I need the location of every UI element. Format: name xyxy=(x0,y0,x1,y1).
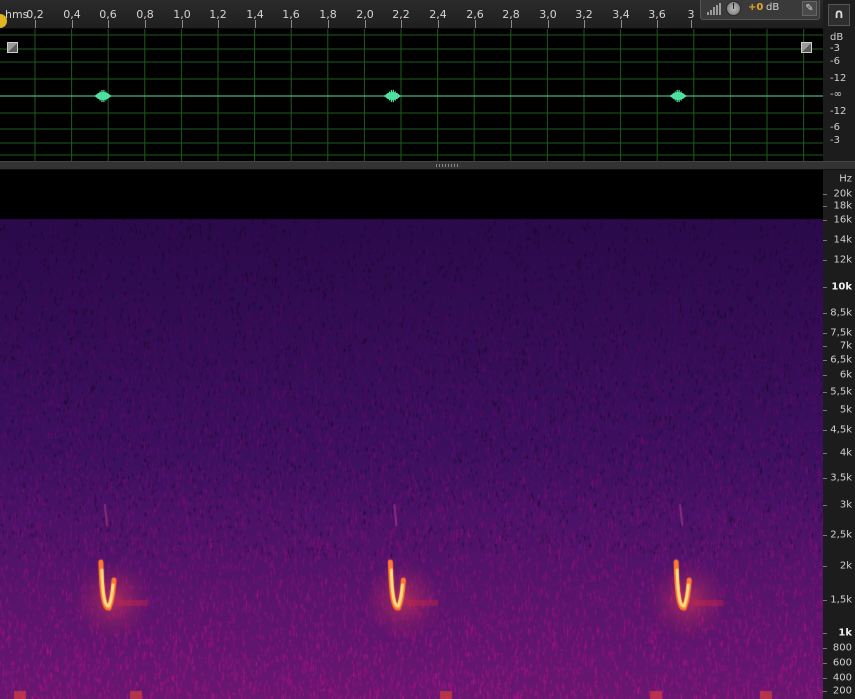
frequency-scale-label: 16k xyxy=(833,214,852,226)
ruler-tick-mark xyxy=(691,20,692,28)
frequency-scale-tick xyxy=(823,430,827,431)
frequency-scale-tick xyxy=(823,206,827,207)
frequency-scale-label: 3k xyxy=(839,499,852,511)
amplitude-scale-label: -3 xyxy=(830,135,840,146)
ruler-tick-mark xyxy=(35,20,36,28)
amplitude-scale-label: -6 xyxy=(830,56,840,67)
frequency-scale-tick xyxy=(823,691,827,692)
frequency-scale-label: 5,5k xyxy=(830,386,852,398)
frequency-scale-tick xyxy=(823,535,827,536)
volume-knob-icon[interactable] xyxy=(726,1,741,16)
waveform-burst xyxy=(383,89,401,103)
panel-splitter[interactable] xyxy=(0,161,855,170)
frequency-scale-label: 18k xyxy=(833,200,852,212)
frequency-scale-label: 1k xyxy=(838,627,852,639)
ruler-tick-mark xyxy=(255,20,256,28)
ruler-tick-mark xyxy=(548,20,549,28)
amplitude-scale: dB -3 -6 -12 -∞ -12 -6 -3 xyxy=(823,29,855,161)
frequency-scale-tick xyxy=(823,663,827,664)
frequency-scale-tick xyxy=(823,260,827,261)
amplitude-scale-label: -3 xyxy=(830,43,840,54)
waveform-burst xyxy=(669,89,687,103)
frequency-scale-label: 2k xyxy=(839,560,852,572)
ruler-tick-mark xyxy=(475,20,476,28)
frequency-scale-label: 7,5k xyxy=(830,327,852,339)
frequency-scale-label: 1,5k xyxy=(830,594,852,606)
frequency-scale-label: 400 xyxy=(832,672,852,684)
volume-level-icon xyxy=(707,3,721,15)
frequency-scale-tick xyxy=(823,410,827,411)
frequency-scale-tick xyxy=(823,600,827,601)
ruler-tick-mark xyxy=(328,20,329,28)
frequency-scale-label: 6,5k xyxy=(830,354,852,366)
ruler-tick-mark xyxy=(438,20,439,28)
volume-hud: +0 dB ✎ xyxy=(700,0,820,20)
fade-out-handle[interactable] xyxy=(801,42,812,53)
frequency-scale-tick xyxy=(823,633,827,634)
frequency-scale-tick xyxy=(823,566,827,567)
pin-icon[interactable]: ✎ xyxy=(802,1,817,16)
waveform-graph xyxy=(0,29,823,161)
ruler-tick-mark xyxy=(621,20,622,28)
ruler-tick-mark xyxy=(291,20,292,28)
amplitude-scale-label: -12 xyxy=(830,106,847,117)
ruler-units-label: hms xyxy=(5,8,29,21)
frequency-scale-label: 4,5k xyxy=(830,424,852,436)
frequency-scale-tick xyxy=(823,360,827,361)
splitter-grip-icon[interactable] xyxy=(436,164,460,167)
amplitude-scale-label: -12 xyxy=(830,73,847,84)
frequency-scale-label: 14k xyxy=(833,234,852,246)
frequency-scale-label: 8,5k xyxy=(830,307,852,319)
frequency-scale-tick xyxy=(823,287,827,288)
volume-unit: dB xyxy=(766,2,780,13)
frequency-scale-tick xyxy=(823,313,827,314)
frequency-scale-label: 800 xyxy=(832,642,852,654)
ruler-tick-mark xyxy=(657,20,658,28)
amplitude-scale-label: -∞ xyxy=(830,89,842,100)
frequency-scale-tick xyxy=(823,392,827,393)
frequency-scale-tick xyxy=(823,648,827,649)
ruler-tick-mark xyxy=(145,20,146,28)
ruler-tick-mark xyxy=(365,20,366,28)
frequency-scale-label: 4k xyxy=(839,447,852,459)
frequency-scale-tick xyxy=(823,505,827,506)
frequency-unit-label: Hz xyxy=(839,173,852,185)
spectrogram-panel[interactable] xyxy=(0,170,823,699)
amplitude-scale-label: -6 xyxy=(830,122,840,133)
frequency-scale-tick xyxy=(823,346,827,347)
frequency-scale-label: 12k xyxy=(833,254,852,266)
frequency-scale-tick xyxy=(823,333,827,334)
waveform-panel[interactable] xyxy=(0,29,823,161)
frequency-scale-label: 200 xyxy=(832,685,852,697)
frequency-scale-tick xyxy=(823,240,827,241)
frequency-scale: Hz 20k 18k 16k 14k 12k 10k 8,5k 7,5k 7k 6,5k 6k 5,5k… xyxy=(823,170,855,699)
ruler-tick-mark xyxy=(511,20,512,28)
frequency-scale-label: 2,5k xyxy=(830,529,852,541)
ruler-tick-mark xyxy=(182,20,183,28)
frequency-scale-tick xyxy=(823,375,827,376)
frequency-scale-tick xyxy=(823,678,827,679)
frequency-scale-label: 10k xyxy=(831,281,852,293)
frequency-scale-tick xyxy=(823,478,827,479)
fade-in-handle[interactable] xyxy=(7,42,18,53)
frequency-scale-tick xyxy=(823,453,827,454)
spectrogram-canvas xyxy=(0,170,823,699)
frequency-scale-label: 20k xyxy=(833,188,852,200)
ruler-tick-mark xyxy=(108,20,109,28)
frequency-scale-label: 7k xyxy=(839,340,852,352)
ruler-tick-mark xyxy=(218,20,219,28)
amplitude-scale-label: dB xyxy=(830,32,844,43)
volume-value[interactable]: +0 xyxy=(748,2,763,13)
frequency-scale-tick xyxy=(823,220,827,221)
frequency-scale-label: 5k xyxy=(839,404,852,416)
magnet-snap-button[interactable]: ∩ xyxy=(828,4,850,26)
ruler-tick-mark xyxy=(72,20,73,28)
ruler-tick-mark xyxy=(401,20,402,28)
frequency-scale-tick xyxy=(823,194,827,195)
frequency-scale-label: 600 xyxy=(832,657,852,669)
frequency-scale-label: 3,5k xyxy=(830,472,852,484)
ruler-tick-mark xyxy=(584,20,585,28)
frequency-scale-label: 6k xyxy=(839,369,852,381)
